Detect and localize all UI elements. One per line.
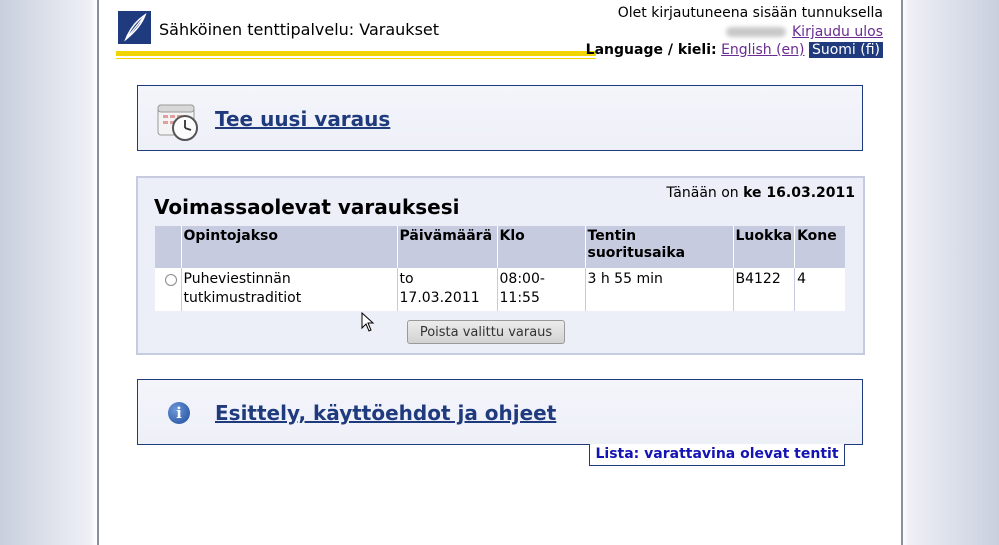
site-logo-icon	[118, 11, 151, 44]
site-title: Sähköinen tenttipalvelu: Varaukset	[159, 20, 440, 39]
table-row: Puheviestinnän tutkimustraditiot to 17.0…	[155, 268, 845, 311]
header-divider-thin	[116, 58, 596, 59]
calendar-clock-icon[interactable]	[156, 102, 202, 142]
select-column-header	[155, 226, 182, 268]
logout-link[interactable]: Kirjaudu ulos	[792, 24, 883, 40]
user-line: Kirjaudu ulos	[726, 24, 883, 40]
info-link[interactable]: Esittely, käyttöehdot ja ohjeet	[215, 401, 556, 425]
new-reservation-link[interactable]: Tee uusi varaus	[215, 107, 390, 131]
language-label: Language / kieli:	[585, 42, 717, 58]
col-machine: Kone	[794, 226, 845, 268]
info-icon: i	[168, 402, 190, 424]
today-date-value: ke 16.03.2011	[743, 185, 855, 201]
row-radio[interactable]	[165, 274, 177, 286]
username-redacted	[726, 27, 786, 37]
page-container: Sähköinen tenttipalvelu: Varaukset Olet …	[97, 0, 903, 545]
col-room: Luokka	[733, 226, 796, 268]
col-course: Opintojakso	[181, 226, 398, 268]
new-reservation-box: Tee uusi varaus	[137, 85, 863, 151]
cell-duration: 3 h 55 min	[585, 268, 734, 311]
col-duration: Tentin suoritusaika	[585, 226, 734, 268]
logged-in-text: Olet kirjautuneena sisään tunnuksella	[617, 5, 883, 21]
cell-room: B4122	[733, 268, 796, 311]
cell-machine: 4	[797, 271, 806, 287]
col-time: Klo	[497, 226, 586, 268]
row-select-cell	[155, 268, 182, 311]
mouse-cursor-icon	[361, 311, 375, 336]
reservations-table: Opintojakso Päivämäärä Klo Tentin suorit…	[155, 226, 845, 311]
available-exams-tab[interactable]: Lista: varattavina olevat tentit	[589, 444, 845, 466]
header-divider	[116, 51, 596, 56]
today-date: Tänään on ke 16.03.2011	[666, 185, 855, 201]
cell-time: 08:00-11:55	[497, 268, 586, 311]
current-reservations-box: Tänään on ke 16.03.2011 Voimassaolevat v…	[136, 176, 865, 355]
lang-english-link[interactable]: English (en)	[721, 42, 804, 58]
today-prefix: Tänään on	[666, 185, 739, 201]
cell-date: to 17.03.2011	[397, 268, 498, 311]
reservations-title: Voimassaolevat varauksesi	[154, 195, 460, 219]
col-date: Päivämäärä	[397, 226, 498, 268]
cell-course: Puheviestinnän tutkimustraditiot	[181, 268, 398, 311]
delete-reservation-button[interactable]: Poista valittu varaus	[407, 320, 565, 344]
lang-finnish-active[interactable]: Suomi (fi)	[808, 42, 883, 58]
info-box: i Esittely, käyttöehdot ja ohjeet	[137, 379, 863, 445]
language-selector: Language / kieli: English (en) Suomi (fi…	[586, 42, 883, 58]
